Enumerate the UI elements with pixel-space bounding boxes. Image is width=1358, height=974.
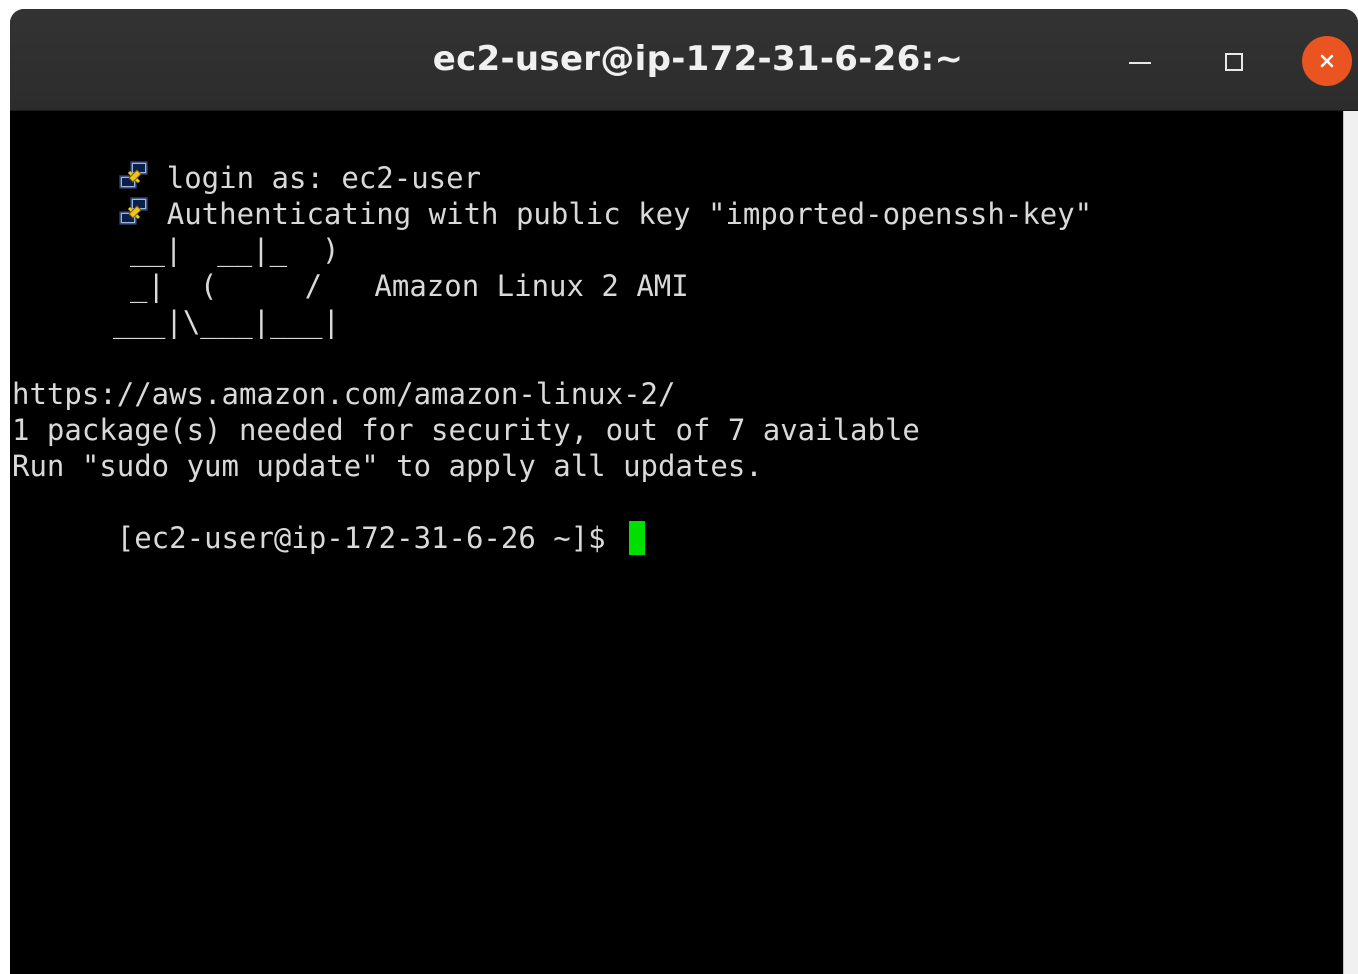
- vertical-scrollbar[interactable]: [1343, 111, 1358, 974]
- close-button[interactable]: [1302, 36, 1352, 86]
- auth-line: Authenticating with public key "imported…: [12, 160, 1092, 231]
- putty-session-icon: [119, 197, 148, 225]
- maximize-icon: [1225, 53, 1243, 71]
- minimize-button[interactable]: [1115, 37, 1165, 87]
- login-line: login as: ec2-user: [12, 124, 481, 195]
- url-line: https://aws.amazon.com/amazon-linux-2/: [12, 377, 676, 411]
- terminal-window: ec2-user@ip-172-31-6-26:~ login as: ec2-…: [10, 9, 1358, 974]
- auth-text: Authenticating with public key "imported…: [166, 197, 1093, 231]
- ascii-art-line-1: __| __|_ ): [130, 233, 340, 267]
- ascii-art-line-3: ___|\___|___|: [113, 305, 340, 339]
- close-icon: [1320, 54, 1334, 68]
- ascii-art-line-2: _| ( / Amazon Linux 2 AMI: [130, 269, 689, 303]
- prompt-line[interactable]: [ec2-user@ip-172-31-6-26 ~]$: [12, 484, 646, 555]
- update-line: Run "sudo yum update" to apply all updat…: [12, 449, 763, 483]
- terminal-cursor: [629, 521, 646, 555]
- maximize-button[interactable]: [1209, 37, 1259, 87]
- terminal-output[interactable]: login as: ec2-user Authenticating with p…: [10, 111, 1343, 974]
- minimize-icon: [1129, 62, 1151, 64]
- security-line: 1 package(s) needed for security, out of…: [12, 413, 920, 447]
- title-bar[interactable]: ec2-user@ip-172-31-6-26:~: [10, 9, 1358, 111]
- shell-prompt: [ec2-user@ip-172-31-6-26 ~]$: [116, 521, 624, 555]
